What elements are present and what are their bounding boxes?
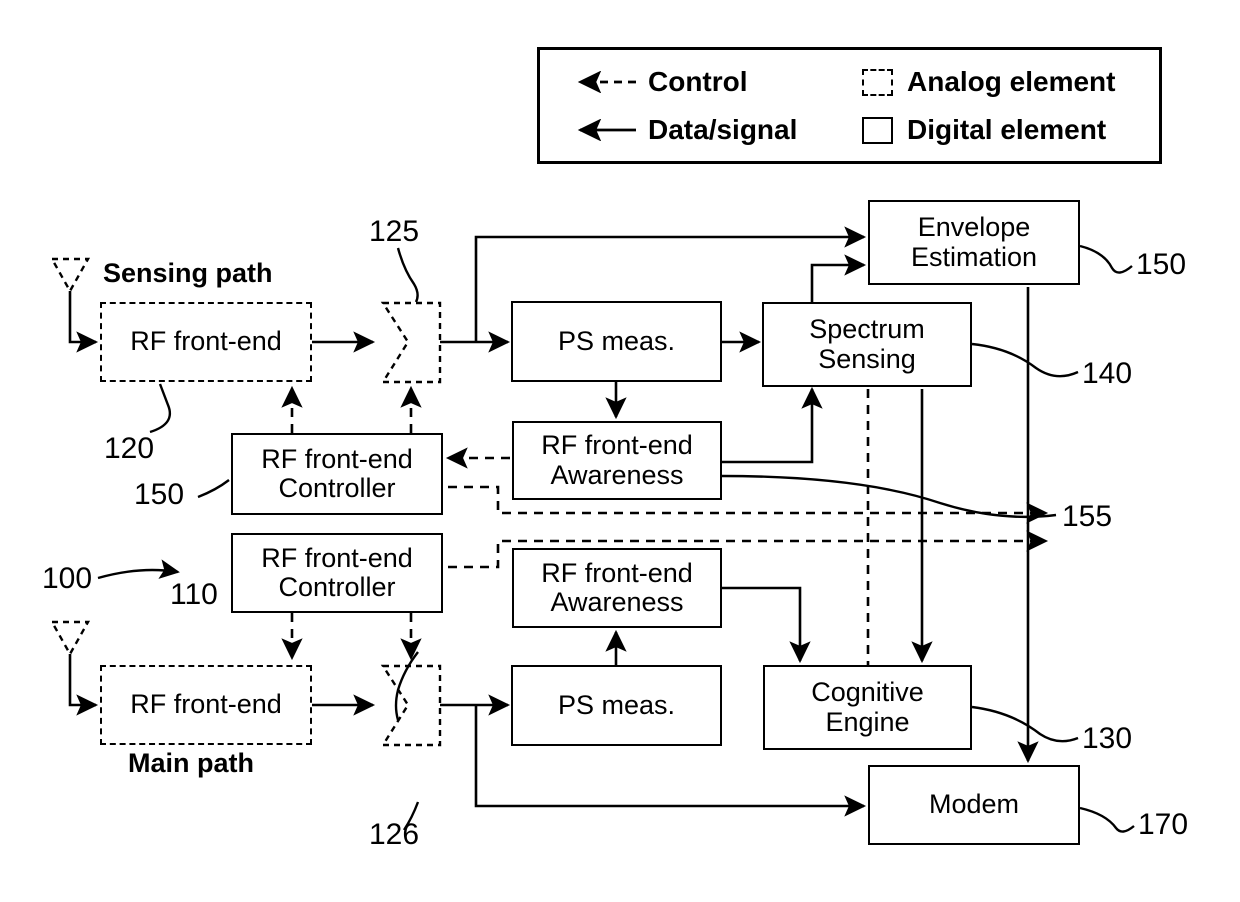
block-label-line1: Cognitive	[811, 677, 924, 708]
ref-numeral-140: 140	[1082, 357, 1133, 390]
sensing-path-label: Sensing path	[103, 258, 273, 288]
leader-140	[971, 342, 1079, 378]
leader-155	[721, 474, 1057, 519]
block-rf-front-end-sensing[interactable]: RF front-end	[100, 302, 312, 382]
ref-numeral-100: 100	[42, 562, 93, 595]
ref-numeral-125: 125	[369, 215, 420, 248]
block-spectrum-sensing[interactable]: Spectrum Sensing	[762, 302, 972, 387]
legend-panel: Control Data/signal Analog element Digit…	[537, 47, 1162, 164]
block-label: RF front-end	[130, 326, 282, 357]
block-envelope-estimation[interactable]: Envelope Estimation	[868, 200, 1080, 285]
digital-swatch-icon	[862, 116, 893, 144]
wire-awareness-to-spectrum-sensing	[722, 386, 823, 464]
ref-numeral-155: 155	[1062, 500, 1113, 533]
legend-label-digital: Digital element	[907, 114, 1107, 145]
block-rf-front-end-main[interactable]: RF front-end	[100, 665, 312, 745]
block-label-line1: Spectrum	[809, 314, 925, 345]
block-label-line2: Controller	[278, 473, 396, 503]
leader-100	[97, 559, 180, 580]
block-label-line2: Engine	[825, 706, 910, 737]
block-label: PS meas.	[557, 689, 676, 720]
antenna-main-icon	[49, 620, 91, 657]
ref-numeral-126: 126	[369, 818, 420, 851]
diagram-canvas: Control Data/signal Analog element Digit…	[0, 0, 1240, 902]
wire-spectrum-to-envelope	[810, 254, 867, 302]
control-arrow-icon	[577, 71, 636, 93]
block-label: PS meas.	[557, 325, 676, 356]
block-rf-controller-sensing[interactable]: RF front-end Controller	[231, 433, 443, 515]
legend-label-data: Data/signal	[648, 114, 798, 145]
block-modem[interactable]: Modem	[868, 765, 1080, 845]
block-label: RF front-end	[130, 689, 282, 720]
legend-item-data: Data/signal	[564, 114, 797, 146]
block-rf-controller-main[interactable]: RF front-end Controller	[231, 533, 443, 613]
ref-numeral-150-controller: 150	[134, 478, 185, 511]
legend-item-digital: Digital element	[862, 114, 1106, 146]
block-label-line1: Envelope	[917, 212, 1031, 243]
ref-numeral-130: 130	[1082, 722, 1133, 755]
legend-label-analog: Analog element	[907, 66, 1116, 97]
block-label-line1: RF front-end	[541, 557, 693, 588]
leader-170	[1079, 806, 1135, 833]
data-arrow-icon	[577, 119, 636, 141]
analog-swatch-icon	[862, 68, 893, 96]
block-rf-awareness-sensing[interactable]: RF front-end Awareness	[512, 421, 722, 500]
block-rf-awareness-main[interactable]: RF front-end Awareness	[512, 548, 722, 628]
wire-antenna-to-rf-main	[68, 654, 99, 716]
block-label-line1: RF front-end	[541, 430, 693, 461]
block-label-line1: RF front-end	[261, 542, 413, 573]
leader-120	[149, 383, 172, 434]
block-label-line2: Awareness	[550, 587, 684, 617]
ref-numeral-110: 110	[170, 578, 218, 611]
leader-150-controller	[197, 479, 230, 499]
leader-150-envelope	[1079, 244, 1133, 274]
block-label-line2: Sensing	[818, 343, 916, 374]
legend-item-control: Control	[564, 66, 748, 98]
block-label-line2: Controller	[278, 572, 396, 602]
leader-110	[394, 651, 419, 721]
ref-numeral-170: 170	[1138, 808, 1189, 841]
wire-antenna-to-rf-sensing	[68, 291, 99, 353]
block-label: Modem	[928, 789, 1020, 820]
block-ps-meas-sensing[interactable]: PS meas.	[511, 301, 722, 382]
block-cognitive-engine[interactable]: Cognitive Engine	[763, 665, 972, 750]
legend-label-control: Control	[648, 66, 748, 97]
wire-awareness-to-cognitive	[722, 586, 811, 664]
main-path-label: Main path	[128, 748, 254, 778]
antenna-sensing-icon	[49, 257, 91, 294]
block-label-line2: Awareness	[550, 459, 684, 490]
legend-item-analog: Analog element	[862, 66, 1115, 98]
adc-sensing-shape	[380, 301, 442, 384]
ref-numeral-120: 120	[104, 432, 155, 465]
adc-main-shape	[380, 664, 442, 747]
leader-125	[396, 247, 419, 303]
block-label-line2: Estimation	[910, 241, 1038, 272]
leader-130	[971, 705, 1079, 743]
block-ps-meas-main[interactable]: PS meas.	[511, 665, 722, 746]
block-label-line1: RF front-end	[261, 443, 413, 474]
ref-numeral-150-envelope: 150	[1136, 248, 1187, 281]
